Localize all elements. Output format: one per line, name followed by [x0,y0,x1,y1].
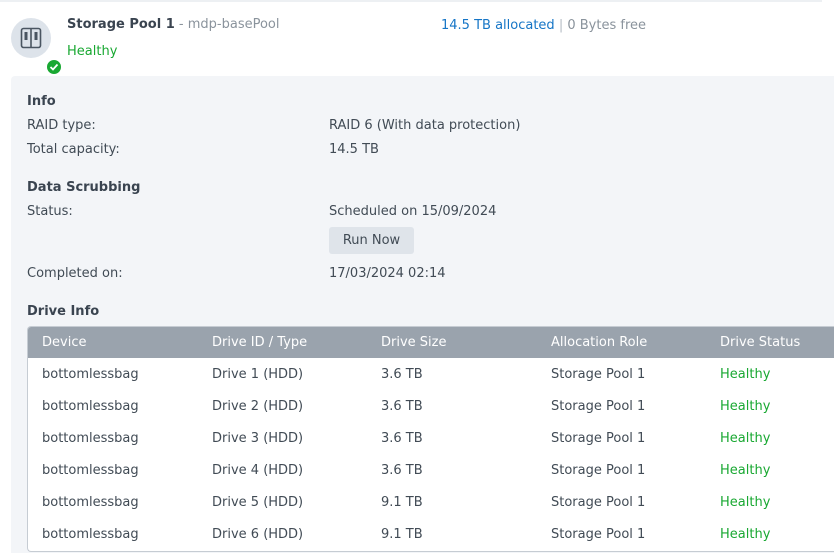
pool-status: Healthy [67,44,118,59]
drive-info-heading: Drive Info [27,304,100,319]
allocated-link[interactable]: 14.5 TB allocated [441,18,555,33]
raid-type-value: RAID 6 (With data protection) [329,118,521,133]
cell-drive-size: 9.1 TB [381,527,423,542]
cell-drive-status: Healthy [720,399,771,414]
cell-drive-id: Drive 4 (HDD) [212,463,304,478]
table-row[interactable]: bottomlessbag Drive 5 (HDD) 9.1 TB Stora… [28,487,834,519]
cell-drive-id: Drive 2 (HDD) [212,399,304,414]
table-row[interactable]: bottomlessbag Drive 2 (HDD) 3.6 TB Stora… [28,391,834,423]
cell-drive-id: Drive 6 (HDD) [212,527,304,542]
total-capacity-value: 14.5 TB [329,142,379,157]
cell-drive-size: 9.1 TB [381,495,423,510]
info-heading: Info [27,94,56,109]
pool-usage: 14.5 TB allocated | 0 Bytes free [441,18,646,33]
column-header-drive-status[interactable]: Drive Status [720,335,800,350]
cell-allocation-role: Storage Pool 1 [551,399,646,414]
completed-on-label: Completed on: [27,266,123,281]
table-row[interactable]: bottomlessbag Drive 1 (HDD) 3.6 TB Stora… [28,359,834,391]
nas-icon [11,18,63,76]
cell-device: bottomlessbag [42,399,139,414]
data-scrubbing-heading: Data Scrubbing [27,180,141,195]
cell-allocation-role: Storage Pool 1 [551,495,646,510]
completed-on-value: 17/03/2024 02:14 [329,266,446,281]
pool-description: mdp-basePool [187,17,280,32]
pool-name: Storage Pool 1 [67,17,175,32]
column-header-drive-id[interactable]: Drive ID / Type [212,335,307,350]
table-row[interactable]: bottomlessbag Drive 3 (HDD) 3.6 TB Stora… [28,423,834,455]
scrubbing-status-label: Status: [27,204,73,219]
cell-drive-status: Healthy [720,495,771,510]
raid-type-label: RAID type: [27,118,96,133]
pool-title: Storage Pool 1 - mdp-basePool [67,17,280,32]
total-capacity-label: Total capacity: [27,142,120,157]
cell-drive-size: 3.6 TB [381,431,423,446]
cell-allocation-role: Storage Pool 1 [551,463,646,478]
cell-drive-status: Healthy [720,431,771,446]
cell-drive-id: Drive 5 (HDD) [212,495,304,510]
cell-device: bottomlessbag [42,431,139,446]
usage-separator: | [558,18,564,33]
cell-drive-id: Drive 1 (HDD) [212,367,304,382]
cell-drive-status: Healthy [720,527,771,542]
cell-drive-size: 3.6 TB [381,399,423,414]
cell-allocation-role: Storage Pool 1 [551,527,646,542]
free-space: 0 Bytes free [567,18,647,33]
cell-device: bottomlessbag [42,527,139,542]
table-row[interactable]: bottomlessbag Drive 4 (HDD) 3.6 TB Stora… [28,455,834,487]
cell-device: bottomlessbag [42,463,139,478]
run-now-button[interactable]: Run Now [329,227,414,254]
cell-allocation-role: Storage Pool 1 [551,431,646,446]
cell-allocation-role: Storage Pool 1 [551,367,646,382]
column-header-allocation-role[interactable]: Allocation Role [551,335,647,350]
pool-title-separator: - [178,17,184,32]
table-header: Device Drive ID / Type Drive Size Alloca… [28,327,834,358]
cell-drive-size: 3.6 TB [381,463,423,478]
check-circle-icon [45,58,63,76]
cell-drive-status: Healthy [720,463,771,478]
cell-drive-id: Drive 3 (HDD) [212,431,304,446]
drive-table: Device Drive ID / Type Drive Size Alloca… [27,326,834,552]
scrubbing-status-value: Scheduled on 15/09/2024 [329,204,497,219]
column-header-drive-size[interactable]: Drive Size [381,335,446,350]
cell-device: bottomlessbag [42,367,139,382]
column-header-device[interactable]: Device [42,335,86,350]
top-divider [0,0,822,2]
cell-device: bottomlessbag [42,495,139,510]
table-row[interactable]: bottomlessbag Drive 6 (HDD) 9.1 TB Stora… [28,519,834,551]
cell-drive-status: Healthy [720,367,771,382]
cell-drive-size: 3.6 TB [381,367,423,382]
